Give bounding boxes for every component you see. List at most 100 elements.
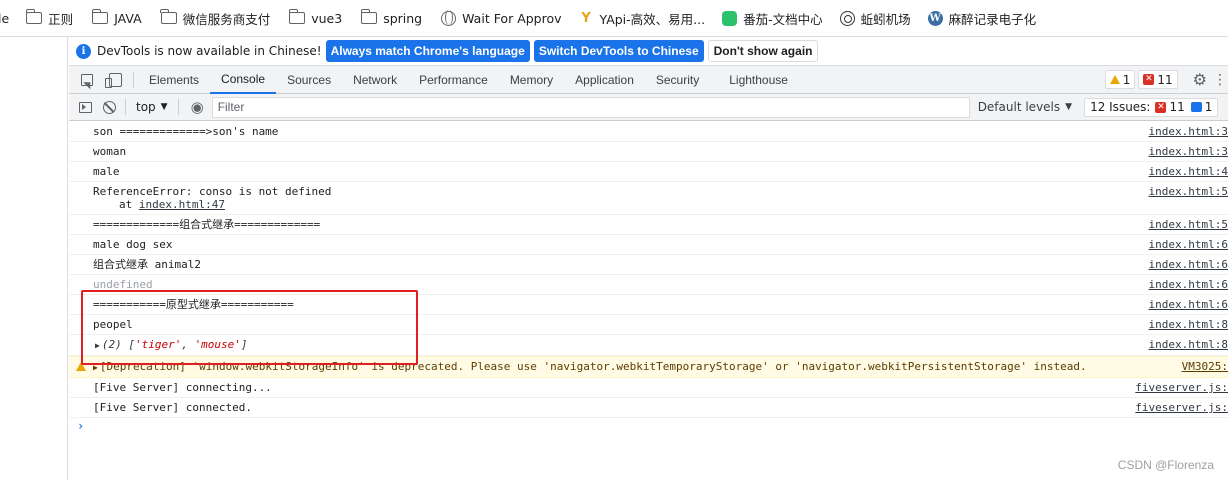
tab-application[interactable]: Application: [564, 66, 645, 94]
screen: le 正则 JAVA 微信服务商支付 vue3 spring Wait For …: [0, 0, 1228, 480]
switch-to-chinese-button[interactable]: Switch DevTools to Chinese: [533, 40, 704, 62]
expand-triangle-icon[interactable]: ▶: [93, 361, 98, 374]
context-selector[interactable]: top ▼: [130, 95, 174, 119]
bookmark-folder[interactable]: spring: [360, 0, 429, 36]
bookmark-link[interactable]: Wait For Approv: [441, 0, 568, 36]
source-link[interactable]: index.html:5: [1149, 218, 1228, 231]
watermark: CSDN @Florenza: [1117, 458, 1214, 472]
show-sidebar-button[interactable]: [73, 95, 97, 119]
warnings-counter[interactable]: 1: [1104, 70, 1136, 89]
array-item: 'tiger': [134, 338, 182, 351]
message-text: woman: [93, 145, 127, 158]
expand-triangle-icon[interactable]: ▶: [95, 339, 100, 352]
live-expression-eye-icon[interactable]: ◉: [191, 98, 204, 116]
bookmark-link[interactable]: 番茄-文档中心: [722, 0, 830, 36]
console-prompt-icon[interactable]: ›: [77, 419, 84, 433]
source-link[interactable]: index.html:6: [1149, 278, 1228, 291]
issues-info-count: 1: [1204, 100, 1213, 114]
gear-icon[interactable]: ⚙: [1193, 70, 1207, 89]
array-prefix: (2) [: [101, 338, 135, 351]
tab-sources[interactable]: Sources: [276, 66, 342, 94]
caret-down-icon: ▼: [1065, 102, 1073, 112]
array-suffix: ]: [240, 338, 248, 351]
bookmark-folder[interactable]: 微信服务商支付: [160, 0, 278, 36]
dont-show-again-button[interactable]: Don't show again: [707, 40, 819, 62]
bookmark-label: 麻醉记录电子化: [948, 11, 1037, 27]
bookmark-label: YApi-高效、易用...: [599, 11, 706, 27]
source-link[interactable]: index.html:8: [1149, 318, 1228, 331]
log-levels-dropdown[interactable]: Default levels ▼: [978, 100, 1072, 114]
tab-elements[interactable]: Elements: [138, 66, 210, 94]
message-text: 组合式继承 animal2: [93, 258, 201, 271]
tab-memory[interactable]: Memory: [499, 66, 564, 94]
bookmark-link[interactable]: 蚯蚓机场: [839, 0, 918, 36]
source-link[interactable]: VM3025:: [1182, 360, 1228, 373]
console-message: undefined index.html:6: [69, 275, 1228, 295]
console-message: male index.html:4: [69, 162, 1228, 182]
tab-performance[interactable]: Performance: [408, 66, 499, 94]
stack-link[interactable]: index.html:47: [139, 198, 225, 211]
source-link[interactable]: index.html:3: [1149, 145, 1228, 158]
source-link[interactable]: index.html:6: [1149, 258, 1228, 271]
tomato-icon: [722, 10, 738, 26]
console-message: ===========原型式继承=========== index.html:6: [69, 295, 1228, 315]
bookmarks-bar: le 正则 JAVA 微信服务商支付 vue3 spring Wait For …: [0, 0, 1228, 37]
more-options-icon[interactable]: ⋮: [1213, 72, 1227, 88]
source-link[interactable]: index.html:6: [1149, 238, 1228, 251]
warning-icon: [1109, 75, 1120, 84]
source-link[interactable]: index.html:4: [1149, 165, 1228, 178]
console-message: son =============>son's name index.html:3: [69, 122, 1228, 142]
bookmark-label: JAVA: [114, 10, 142, 26]
tab-security[interactable]: Security: [645, 66, 710, 94]
console-message: [Five Server] connecting... fiveserver.js…: [69, 378, 1228, 398]
errors-counter[interactable]: ✕ 11: [1138, 70, 1178, 89]
bookmark-link[interactable]: Y YApi-高效、易用...: [579, 0, 713, 36]
message-text: =============组合式继承=============: [93, 218, 321, 231]
devtools-panel: i DevTools is now available in Chinese! …: [69, 37, 1228, 480]
bookmark-folder[interactable]: 正则: [25, 0, 80, 36]
console-warning: ▶ [Deprecation] 'window.webkitStorageInfo…: [69, 356, 1228, 378]
bookmark-link[interactable]: W 麻醉记录电子化: [927, 0, 1044, 36]
folder-icon: [160, 9, 177, 24]
message-text: undefined: [93, 278, 153, 291]
source-link[interactable]: fiveserver.js:: [1135, 401, 1228, 414]
console-message: ReferenceError: conso is not defined at i…: [69, 182, 1228, 215]
bookmark-folder[interactable]: vue3: [288, 0, 349, 36]
source-link[interactable]: index.html:6: [1149, 298, 1228, 311]
source-link[interactable]: index.html:8: [1149, 338, 1228, 351]
issues-button[interactable]: 12 Issues: ✕ 11 1: [1084, 97, 1219, 117]
always-match-language-button[interactable]: Always match Chrome's language: [325, 40, 530, 62]
info-message-icon: [1190, 102, 1202, 112]
clear-console-button[interactable]: [97, 95, 121, 119]
clear-icon: [102, 100, 116, 114]
source-link[interactable]: index.html:3: [1149, 125, 1228, 138]
folder-icon: [288, 9, 306, 24]
message-text: peopel: [93, 318, 133, 331]
bookmark-folder[interactable]: JAVA: [91, 0, 149, 36]
error-icon: ✕: [1143, 74, 1155, 85]
array-item: 'mouse': [194, 338, 241, 351]
divider: [177, 99, 179, 115]
source-link[interactable]: index.html:5: [1149, 185, 1228, 198]
console-filter-input[interactable]: [211, 96, 970, 118]
yapi-icon: Y: [581, 10, 591, 26]
bookmark-label: 正则: [48, 11, 74, 27]
bookmark-label: 微信服务商支付: [182, 11, 271, 27]
tab-lighthouse[interactable]: Lighthouse: [718, 66, 799, 94]
inspect-element-button[interactable]: [73, 66, 101, 94]
console-output[interactable]: son =============>son's name index.html:3…: [69, 122, 1228, 480]
page-viewport: [0, 37, 68, 480]
message-text: [Five Server] connected.: [93, 401, 252, 414]
console-toolbar: top ▼ ◉ Default levels ▼ 12 Issues: ✕ 11 1: [69, 94, 1228, 121]
source-link[interactable]: fiveserver.js:: [1135, 381, 1228, 394]
tab-console[interactable]: Console: [210, 66, 277, 94]
bookmark-item[interactable]: le: [0, 0, 16, 36]
console-message: [Five Server] connected. fiveserver.js:: [69, 398, 1228, 418]
console-message: peopel index.html:8: [69, 315, 1228, 335]
device-toolbar-button[interactable]: [101, 66, 129, 94]
tab-network[interactable]: Network: [342, 66, 408, 94]
stack-prefix: at: [119, 198, 139, 211]
message-text: ===========原型式继承===========: [93, 298, 294, 311]
warnings-count: 1: [1122, 72, 1131, 87]
message-text: male: [93, 165, 120, 178]
